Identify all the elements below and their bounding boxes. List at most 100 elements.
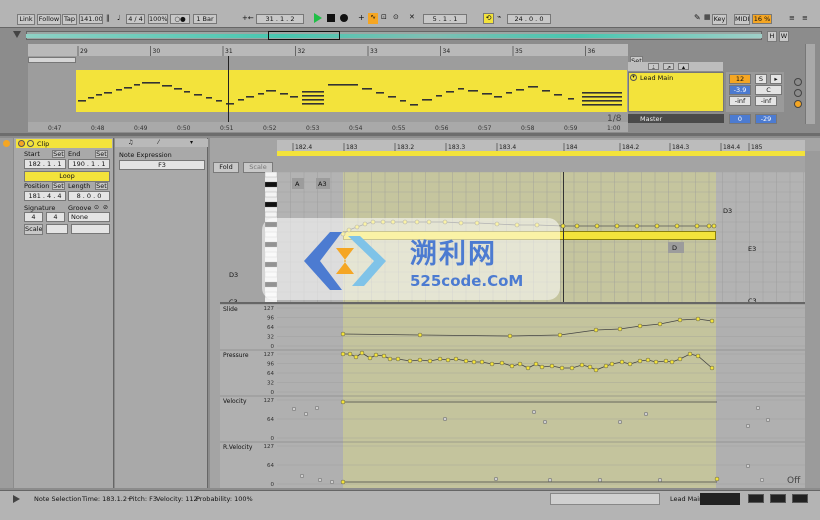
track-arm-button[interactable]: ▸ bbox=[770, 74, 782, 84]
status-view-icon-3[interactable] bbox=[792, 494, 808, 503]
note-tab-icon[interactable]: ♫ bbox=[128, 139, 133, 146]
record-icon[interactable] bbox=[340, 14, 348, 22]
track-master-name: Master bbox=[640, 115, 663, 123]
midi-map-button[interactable]: MIDI bbox=[734, 14, 750, 25]
groove-select[interactable]: None bbox=[68, 212, 110, 222]
status-view-icon-1[interactable] bbox=[748, 494, 764, 503]
loop-length-field[interactable]: 24 . 0 . 0 bbox=[507, 14, 551, 24]
session-record-icon[interactable]: ⊡ bbox=[381, 13, 390, 24]
loop-brace[interactable] bbox=[28, 57, 76, 63]
draw-mode-icon[interactable]: ⌁ bbox=[497, 13, 501, 21]
track-pan[interactable]: -3.9 bbox=[729, 85, 751, 95]
play-icon[interactable] bbox=[314, 13, 322, 23]
io-icon-3[interactable] bbox=[794, 100, 802, 108]
editor-loop-bar[interactable] bbox=[277, 151, 805, 156]
note-label-d3: D3 bbox=[229, 271, 239, 279]
start-set-button[interactable]: Set bbox=[52, 150, 65, 158]
track-option-1[interactable]: ⇣ bbox=[648, 63, 659, 70]
expression-lane-graphs[interactable]: Slide 127 96 64 32 0 Pressure 127 96 64 32 0 Velocit… bbox=[220, 304, 805, 488]
envelope-tab-icon[interactable]: ⁄ bbox=[158, 139, 159, 146]
solo-button[interactable]: S bbox=[755, 74, 767, 84]
release-velocity-point bbox=[317, 477, 323, 483]
clip-power-icon[interactable] bbox=[18, 140, 25, 147]
hide-w-button[interactable]: W bbox=[779, 31, 789, 42]
signature-denominator[interactable]: 4 bbox=[46, 212, 65, 222]
clip-fold-icon[interactable] bbox=[27, 140, 34, 147]
loop-switch-icon[interactable]: ⟲ bbox=[483, 13, 494, 24]
pressure-point bbox=[627, 361, 633, 367]
slide-point bbox=[340, 331, 346, 337]
pressure-point bbox=[373, 352, 379, 358]
end-set-button[interactable]: Set bbox=[95, 150, 108, 158]
send-a[interactable]: -inf bbox=[729, 96, 751, 106]
overview-viewport[interactable] bbox=[268, 31, 340, 40]
quantization-select[interactable]: 1 Bar bbox=[193, 14, 217, 24]
nudge-icon[interactable]: ‖ bbox=[106, 14, 114, 25]
track-fold-icon[interactable]: ▾ bbox=[630, 74, 637, 81]
length-set-button[interactable]: Set bbox=[95, 182, 108, 190]
arrangement-position-field[interactable]: 31 . 1 . 2 bbox=[256, 14, 304, 24]
time-ruler[interactable]: 0:47 0:48 0:49 0:50 0:51 0:52 0:53 0:54 0:55 0:56… bbox=[28, 122, 628, 132]
groove-commit-icon[interactable]: ⊘ bbox=[103, 204, 108, 211]
groove-hot-swap-icon[interactable]: ⊙ bbox=[94, 204, 99, 211]
capture-icon[interactable]: ⊙ bbox=[393, 13, 402, 24]
clip-view-icon[interactable] bbox=[3, 140, 10, 147]
track-option-2[interactable]: ↗ bbox=[663, 63, 674, 70]
tempo-field[interactable]: 141.00 bbox=[79, 14, 103, 24]
io-icon-2[interactable] bbox=[794, 89, 802, 97]
fold-tab-icon[interactable]: ▾ bbox=[190, 139, 193, 146]
signature-numerator[interactable]: 4 bbox=[24, 212, 43, 222]
track-io-icons[interactable] bbox=[794, 78, 803, 112]
signature-field[interactable]: 4 / 4 bbox=[126, 14, 145, 24]
release-velocity-point bbox=[745, 463, 751, 469]
master-volume-2[interactable]: -29 bbox=[755, 114, 777, 124]
end-field[interactable]: 190 . 1 . 1 bbox=[68, 159, 110, 169]
pressure-point bbox=[603, 363, 609, 369]
length-field[interactable]: 8 . 0 . 0 bbox=[68, 191, 110, 201]
zoom-field[interactable]: 100% bbox=[148, 14, 168, 24]
pitch-bend-point bbox=[674, 223, 680, 229]
position-set-button[interactable]: Set bbox=[52, 182, 65, 190]
arrangement-ruler[interactable]: 29 30 31 32 33 34 35 36 bbox=[28, 44, 628, 56]
status-toggle-icon[interactable] bbox=[13, 495, 20, 503]
overview-toggle-icon[interactable] bbox=[13, 31, 21, 38]
arrangement-position-minus-icon[interactable]: +← bbox=[242, 14, 254, 22]
note-pitch-field[interactable]: F3 bbox=[119, 160, 205, 170]
stop-icon[interactable] bbox=[327, 14, 335, 22]
editor-scroll-bar[interactable] bbox=[805, 151, 820, 488]
automation-arm-icon[interactable]: ∿ bbox=[368, 13, 378, 24]
metronome-icon[interactable]: ♩ bbox=[117, 14, 125, 25]
scale-name-select[interactable] bbox=[71, 224, 110, 234]
loop-start-field[interactable]: 5 . 1 . 1 bbox=[423, 14, 467, 24]
pencil-icon[interactable]: ✎ bbox=[694, 13, 701, 22]
pressure-point bbox=[353, 354, 359, 360]
tap-button[interactable]: Tap bbox=[62, 14, 77, 25]
status-view-icon-2[interactable] bbox=[770, 494, 786, 503]
velocity-point-selected bbox=[340, 399, 346, 405]
key-map-button[interactable]: Key bbox=[712, 14, 727, 25]
position-field[interactable]: 181 . 4 . 4 bbox=[24, 191, 66, 201]
view-divider[interactable] bbox=[0, 133, 820, 136]
arr-bar-label: 33 bbox=[370, 48, 378, 55]
loop-indicator[interactable]: ○● bbox=[170, 14, 190, 24]
track-volume[interactable]: 12 bbox=[729, 74, 751, 84]
loop-button[interactable]: Loop bbox=[24, 171, 110, 182]
loop-start-minus-icon[interactable]: ✕ bbox=[409, 13, 415, 21]
fold-button[interactable]: Fold bbox=[213, 162, 239, 173]
pan-center[interactable]: C bbox=[755, 85, 782, 95]
send-b[interactable]: -inf bbox=[755, 96, 777, 106]
arr-note bbox=[582, 100, 622, 102]
arr-bar-label: 35 bbox=[515, 48, 523, 55]
master-volume[interactable]: 0 bbox=[729, 114, 751, 124]
track-option-3[interactable]: ▲ bbox=[678, 63, 689, 70]
io-icon-1[interactable] bbox=[794, 78, 802, 86]
follow-button[interactable]: Follow bbox=[37, 14, 61, 25]
link-button[interactable]: Link bbox=[17, 14, 35, 25]
scale-button[interactable]: Scale bbox=[24, 224, 43, 235]
scroll-bar-right[interactable] bbox=[805, 44, 815, 124]
hide-h-button[interactable]: H bbox=[767, 31, 777, 42]
overdub-icon[interactable]: + bbox=[358, 13, 365, 22]
scale-root-select[interactable] bbox=[46, 224, 68, 234]
start-field[interactable]: 182 . 1 . 1 bbox=[24, 159, 66, 169]
midi-map-icon[interactable]: ▦ bbox=[704, 13, 711, 21]
